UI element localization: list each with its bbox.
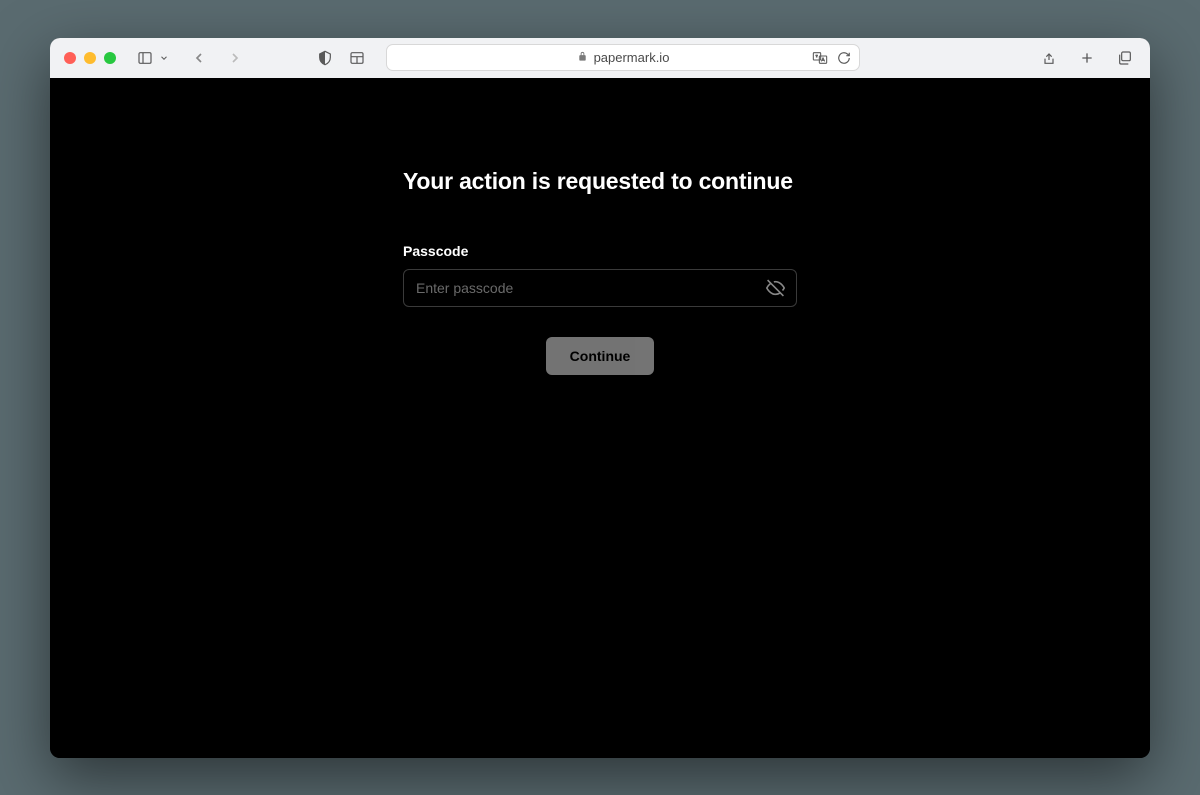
url-right-icons [811, 47, 851, 69]
content-area: Your action is requested to continue Pas… [50, 78, 1150, 758]
url-center: papermark.io [577, 49, 670, 67]
passcode-input-wrapper [403, 269, 797, 307]
privacy-shield-icon[interactable] [314, 47, 336, 69]
browser-chrome: papermark.io [50, 38, 1150, 78]
lock-icon [577, 49, 588, 67]
maximize-window-button[interactable] [104, 52, 116, 64]
content-inner: Your action is requested to continue Pas… [403, 168, 797, 758]
tabs-icon[interactable] [1114, 47, 1136, 69]
url-text: papermark.io [594, 50, 670, 65]
tab-overview-icon[interactable] [346, 47, 368, 69]
passcode-input[interactable] [403, 269, 797, 307]
chevron-down-icon[interactable] [158, 47, 170, 69]
page-heading: Your action is requested to continue [403, 168, 797, 195]
browser-window: papermark.io [50, 38, 1150, 758]
continue-button[interactable]: Continue [546, 337, 655, 375]
show-password-toggle[interactable] [766, 278, 785, 297]
minimize-window-button[interactable] [84, 52, 96, 64]
passcode-label: Passcode [403, 243, 797, 259]
reload-icon[interactable] [837, 47, 851, 69]
translate-icon[interactable] [811, 47, 829, 69]
new-tab-icon[interactable] [1076, 47, 1098, 69]
traffic-lights [64, 52, 116, 64]
continue-wrapper: Continue [403, 337, 797, 375]
forward-button[interactable] [224, 47, 246, 69]
back-button[interactable] [188, 47, 210, 69]
sidebar-toggle-group [134, 47, 170, 69]
nav-arrows [188, 47, 246, 69]
right-icons [1038, 47, 1136, 69]
shield-tab-group [314, 47, 368, 69]
close-window-button[interactable] [64, 52, 76, 64]
share-icon[interactable] [1038, 47, 1060, 69]
sidebar-icon[interactable] [134, 47, 156, 69]
url-bar[interactable]: papermark.io [386, 44, 860, 71]
